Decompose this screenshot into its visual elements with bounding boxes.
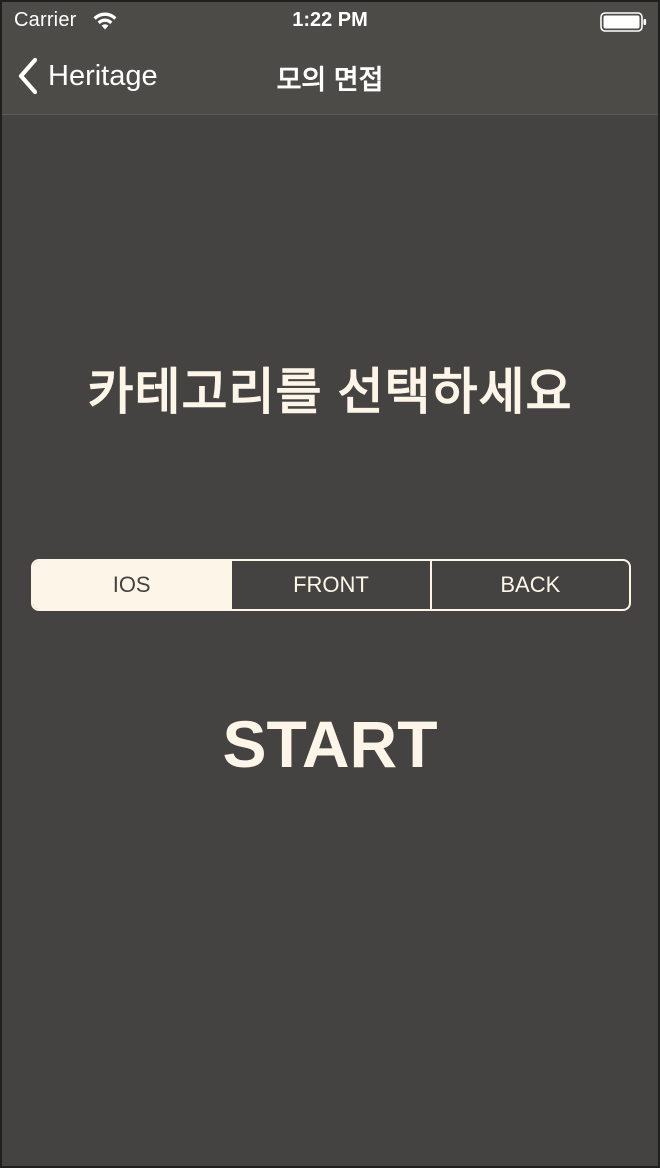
start-button[interactable]: START	[2, 706, 658, 782]
app-screen: Carrier 1:22 PM Heritage 모의 면접 카테고리를 선택하…	[2, 2, 658, 1166]
segment-ios[interactable]: IOS	[33, 561, 231, 609]
page-title: 모의 면접	[276, 65, 384, 95]
segment-front[interactable]: FRONT	[230, 561, 429, 609]
status-time: 1:22 PM	[292, 9, 368, 31]
segment-back[interactable]: BACK	[429, 561, 629, 609]
battery-icon	[600, 12, 647, 32]
status-bar: Carrier 1:22 PM	[2, 2, 658, 40]
category-prompt-heading: 카테고리를 선택하세요	[87, 364, 573, 420]
category-segmented-control: IOS FRONT BACK	[31, 559, 631, 611]
navigation-bar: Carrier 1:22 PM Heritage 모의 면접	[2, 2, 658, 115]
